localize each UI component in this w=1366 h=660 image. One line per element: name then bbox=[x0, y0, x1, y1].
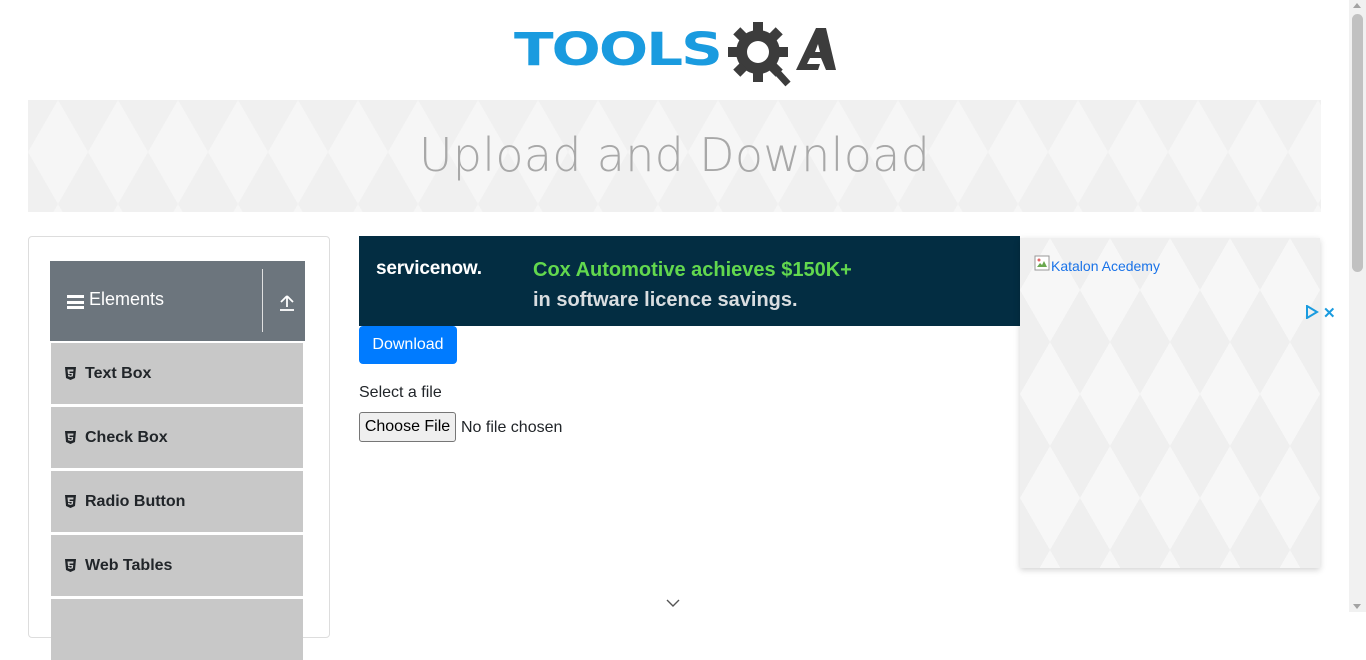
select-file-label: Select a file bbox=[359, 384, 442, 401]
sidebar-item-web-tables[interactable]: Web Tables bbox=[51, 534, 303, 596]
sidebar-item-label: Text Box bbox=[85, 365, 152, 382]
toolsqa-logo[interactable]: TOOLS bbox=[514, 12, 840, 92]
ad-image-alt-text[interactable]: Katalon Acedemy bbox=[1051, 258, 1160, 274]
ad-subline: in software licence savings. bbox=[533, 289, 798, 311]
sidebar-item-label: Check Box bbox=[85, 429, 168, 446]
chevron-down-icon[interactable] bbox=[666, 598, 680, 608]
scroll-down-icon[interactable] bbox=[1353, 604, 1361, 609]
sidebar-item-text-box[interactable]: Text Box bbox=[51, 342, 303, 404]
close-icon[interactable]: ✕ bbox=[1323, 304, 1336, 322]
sidebar-group-title: Elements bbox=[89, 289, 165, 309]
side-ad[interactable]: Katalon Acedemy ✕ bbox=[1020, 238, 1336, 568]
header-divider bbox=[262, 269, 263, 332]
sidebar-item-label: Web Tables bbox=[85, 557, 173, 574]
scrollbar-thumb[interactable] bbox=[1352, 14, 1363, 272]
sidebar: Elements Text Box Check Box Radio Button… bbox=[28, 236, 330, 660]
file-status-text: No file chosen bbox=[461, 419, 563, 436]
html5-icon bbox=[65, 495, 76, 508]
page-scrollbar[interactable] bbox=[1349, 0, 1366, 612]
svg-text:TOOLS: TOOLS bbox=[514, 24, 721, 76]
servicenow-ad-banner[interactable]: servicenow. Cox Automotive achieves $150… bbox=[359, 236, 1020, 326]
ad-headline: Cox Automotive achieves $150K+ bbox=[533, 259, 852, 281]
scroll-up-icon[interactable] bbox=[1353, 3, 1361, 8]
upload-arrow-icon[interactable] bbox=[279, 294, 295, 312]
html5-icon bbox=[65, 431, 76, 444]
servicenow-logo: servicenow. bbox=[376, 258, 482, 279]
adchoices-icon[interactable] bbox=[1305, 305, 1319, 319]
sidebar-group-elements[interactable]: Elements bbox=[50, 261, 305, 341]
html5-icon bbox=[65, 559, 76, 572]
sidebar-item-check-box[interactable]: Check Box bbox=[51, 406, 303, 468]
page-banner: Upload and Download bbox=[28, 100, 1321, 212]
hamburger-icon bbox=[67, 295, 84, 309]
html5-icon bbox=[65, 367, 76, 380]
sidebar-item-radio-button[interactable]: Radio Button bbox=[51, 470, 303, 532]
page-title: Upload and Download bbox=[418, 128, 931, 182]
broken-image-icon bbox=[1034, 255, 1050, 271]
choose-file-button[interactable]: Choose File bbox=[359, 412, 456, 442]
sidebar-item-next[interactable] bbox=[51, 598, 303, 660]
download-button[interactable]: Download bbox=[359, 326, 457, 364]
sidebar-item-label: Radio Button bbox=[85, 493, 186, 510]
